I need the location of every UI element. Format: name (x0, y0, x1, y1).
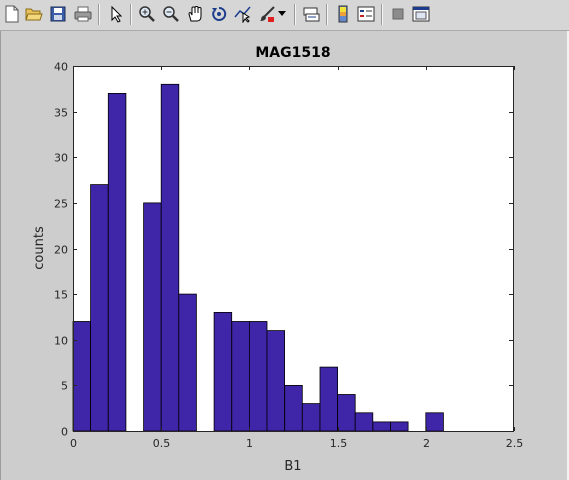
y-tick-label: 5 (61, 380, 68, 393)
histogram-bar[interactable] (107, 93, 127, 432)
brush-dropdown-chevron-icon[interactable] (276, 4, 288, 24)
y-tick-label: 20 (54, 244, 68, 257)
chart-title: MAG1518 (255, 45, 330, 61)
x-tick-label: 2 (423, 437, 430, 450)
link-plot-icon[interactable] (301, 4, 321, 24)
x-tick-label: 0 (70, 437, 77, 450)
y-axis-label: counts (32, 226, 47, 270)
rotate-3d-icon[interactable] (209, 4, 229, 24)
figure-toolbar (0, 0, 569, 31)
toolbar-separator (98, 4, 100, 25)
toolbar-separator (381, 4, 383, 25)
histogram-bar[interactable] (425, 412, 444, 432)
print-icon[interactable] (73, 4, 93, 24)
y-tick-label: 15 (54, 289, 68, 302)
histogram-bar[interactable] (248, 321, 268, 432)
zoom-in-icon[interactable] (137, 4, 157, 24)
axes-background[interactable] (73, 66, 514, 431)
x-tick-label: 1 (246, 437, 253, 450)
histogram-bar[interactable] (337, 394, 356, 432)
x-tick-label: 1.5 (330, 437, 348, 450)
histogram-bar[interactable] (284, 384, 303, 432)
histogram-bar[interactable] (354, 412, 374, 432)
histogram-bar[interactable] (213, 311, 233, 432)
save-icon[interactable] (48, 4, 68, 24)
histogram-bar[interactable] (301, 403, 321, 432)
zoom-out-icon[interactable] (161, 4, 181, 24)
hide-plot-tools-icon[interactable] (388, 4, 408, 24)
toolbar-separator (130, 4, 132, 25)
show-plot-tools-icon[interactable] (411, 4, 431, 24)
histogram-bar[interactable] (390, 421, 409, 432)
toolbar-separator (294, 4, 296, 25)
legend-icon[interactable] (356, 4, 376, 24)
y-tick-label: 10 (54, 335, 68, 348)
x-axis-label: B1 (284, 459, 301, 474)
y-tick-label: 35 (54, 107, 68, 120)
brush-icon[interactable] (257, 4, 277, 24)
histogram-bar[interactable] (178, 293, 197, 432)
y-tick-label: 25 (54, 198, 68, 211)
colorbar-icon[interactable] (333, 4, 353, 24)
y-tick-label: 30 (54, 152, 68, 165)
pointer-icon[interactable] (106, 4, 126, 24)
data-cursor-icon[interactable] (233, 4, 253, 24)
y-tick-label: 0 (61, 426, 68, 439)
toolbar-separator (326, 4, 328, 25)
histogram-bar[interactable] (231, 321, 250, 432)
histogram-bar[interactable] (372, 421, 391, 432)
x-tick-label: 2.5 (506, 437, 524, 450)
x-tick-label: 0.5 (153, 437, 171, 450)
histogram-chart: 0 0.5 1 1.5 2 2.50510152025303540 MAG1518 B1 … (32, 45, 524, 474)
histogram-bar[interactable] (72, 321, 92, 432)
histogram-bar[interactable] (143, 202, 162, 432)
histogram-bar[interactable] (160, 83, 180, 432)
new-figure-icon[interactable] (2, 4, 22, 24)
y-tick-label: 40 (54, 61, 68, 74)
histogram-bar[interactable] (319, 366, 339, 432)
pan-hand-icon[interactable] (185, 4, 205, 24)
histogram-bar[interactable] (90, 184, 109, 432)
open-file-icon[interactable] (24, 4, 44, 24)
histogram-bar[interactable] (266, 330, 286, 432)
